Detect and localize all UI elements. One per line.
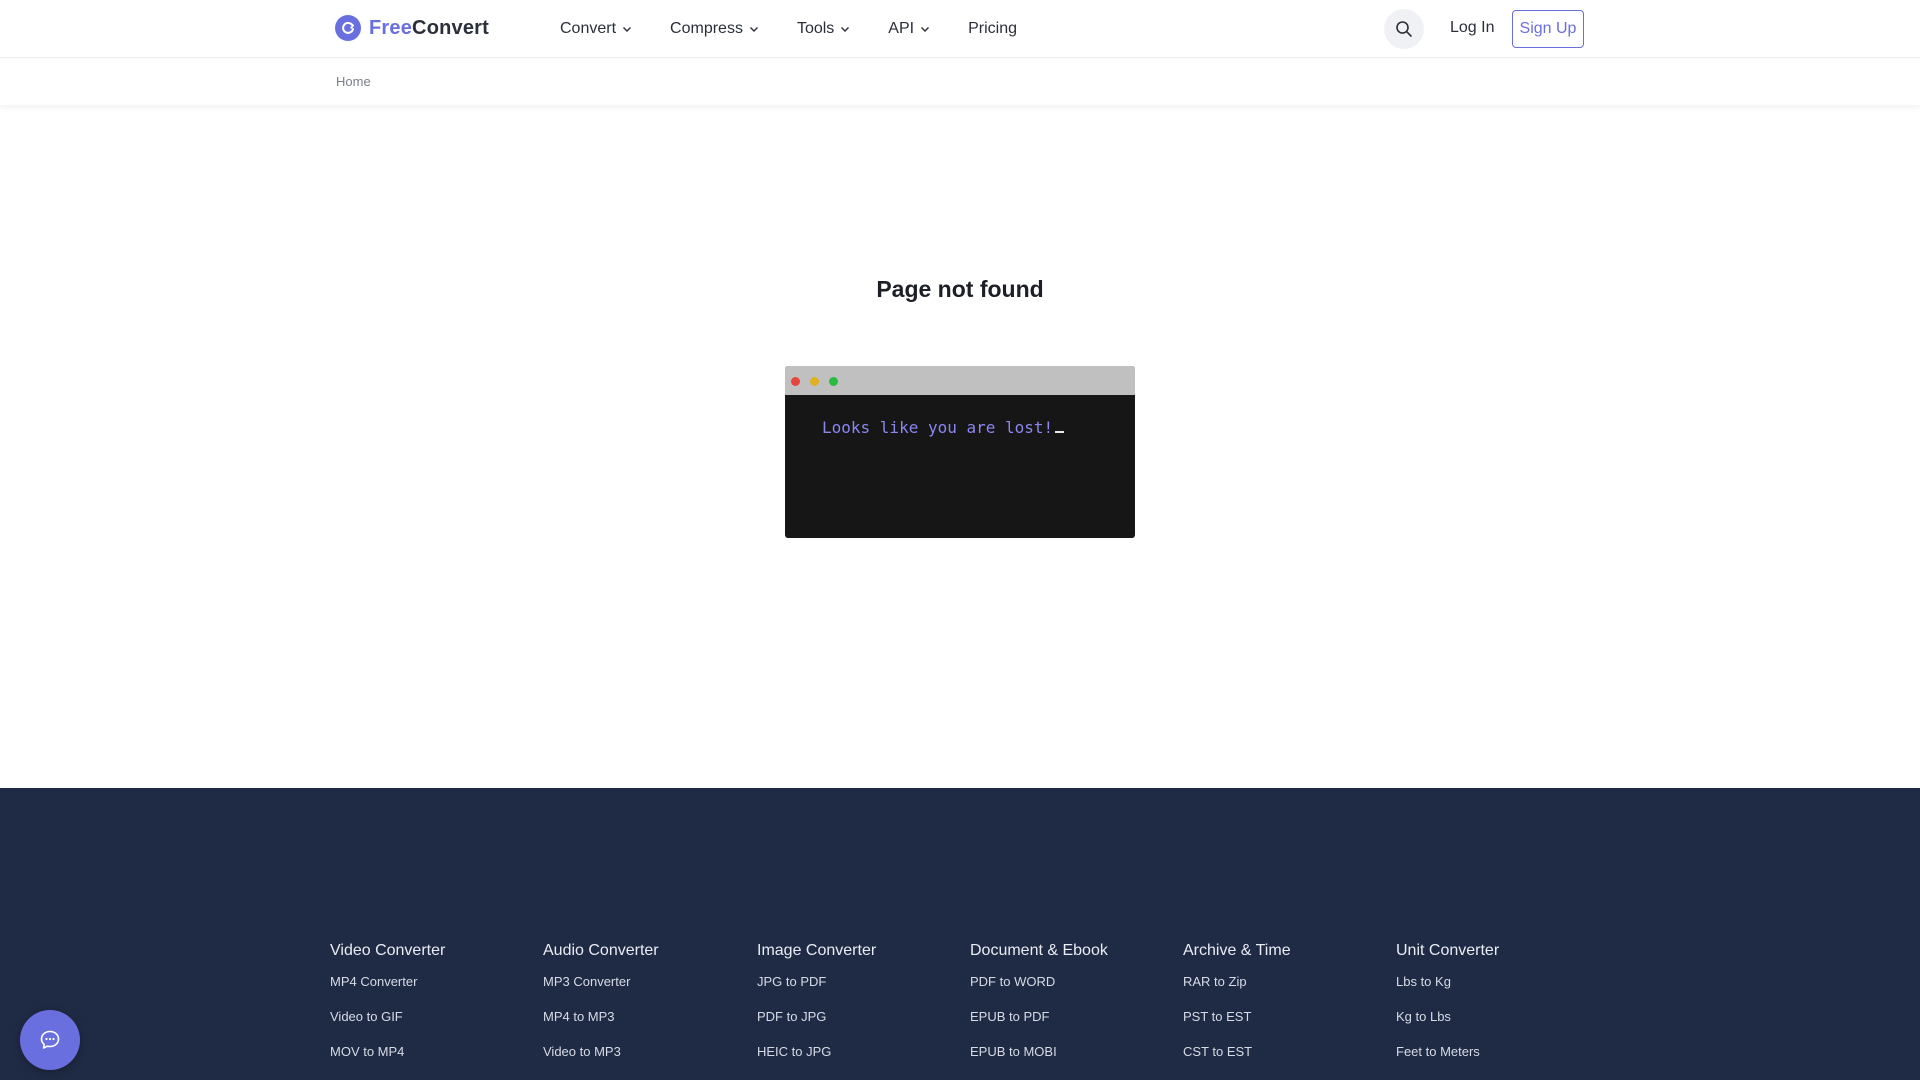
terminal-message-text: Looks like you are lost! <box>822 418 1054 437</box>
footer-link[interactable]: MOV to MP4 <box>330 1044 445 1059</box>
nav-tools[interactable]: Tools <box>797 20 850 38</box>
signup-button[interactable]: Sign Up <box>1512 10 1584 48</box>
footer-link[interactable]: Kg to Lbs <box>1396 1009 1499 1024</box>
nav-convert[interactable]: Convert <box>560 20 632 38</box>
footer-heading: Image Converter <box>757 942 877 959</box>
footer-link[interactable]: EPUB to PDF <box>970 1009 1108 1024</box>
terminal-title-bar <box>785 366 1135 395</box>
page-title: Page not found <box>876 276 1044 302</box>
breadcrumb-home[interactable]: Home <box>336 74 371 89</box>
footer-link[interactable]: MP4 to MP3 <box>543 1009 659 1024</box>
footer-link[interactable]: Video to GIF <box>330 1009 445 1024</box>
footer-heading: Unit Converter <box>1396 942 1500 959</box>
nav-api-label: API <box>888 20 915 37</box>
footer-heading: Audio Converter <box>543 942 659 959</box>
footer-link[interactable]: PDF to WORD <box>970 974 1108 989</box>
maximize-dot-icon <box>829 377 838 386</box>
footer-link[interactable]: Feet to Meters <box>1396 1044 1499 1059</box>
footer-column-image: Image Converter JPG to PDF PDF to JPG HE… <box>757 942 876 1079</box>
chevron-down-icon <box>921 27 930 32</box>
search-button[interactable] <box>1384 9 1424 49</box>
footer-column-unit: Unit Converter Lbs to Kg Kg to Lbs Feet … <box>1396 942 1499 1079</box>
footer-link[interactable]: MP4 Converter <box>330 974 445 989</box>
footer-link[interactable]: EPUB to MOBI <box>970 1044 1108 1059</box>
chat-bubble-icon <box>40 1030 60 1049</box>
footer-link[interactable]: JPG to PDF <box>757 974 876 989</box>
refresh-icon <box>335 15 361 41</box>
main-nav: Convert Compress Tools API Pricing <box>560 0 1055 58</box>
logo-text-free: Free <box>369 16 413 39</box>
footer-link[interactable]: PDF to JPG <box>757 1009 876 1024</box>
terminal-window: Looks like you are lost! <box>785 366 1135 538</box>
footer-column-audio: Audio Converter MP3 Converter MP4 to MP3… <box>543 942 659 1079</box>
chevron-down-icon <box>841 27 850 32</box>
chat-widget-button[interactable] <box>20 1010 80 1070</box>
nav-compress[interactable]: Compress <box>670 20 759 38</box>
footer-column-video: Video Converter MP4 Converter Video to G… <box>330 942 445 1079</box>
footer-column-document: Document & Ebook PDF to WORD EPUB to PDF… <box>970 942 1108 1079</box>
nav-convert-label: Convert <box>560 20 617 37</box>
nav-api[interactable]: API <box>888 20 930 38</box>
chevron-down-icon <box>623 27 632 32</box>
nav-tools-label: Tools <box>796 20 835 37</box>
login-link[interactable]: Log In <box>1450 19 1494 37</box>
footer-link[interactable]: Video to MP3 <box>543 1044 659 1059</box>
footer-link[interactable]: RAR to Zip <box>1183 974 1291 989</box>
minimize-dot-icon <box>810 377 819 386</box>
footer-column-archive: Archive & Time RAR to Zip PST to EST CST… <box>1183 942 1291 1079</box>
footer-link[interactable]: Lbs to Kg <box>1396 974 1499 989</box>
logo-text-convert: Convert <box>412 16 490 39</box>
breadcrumb-bar: Home <box>0 58 1920 105</box>
site-footer: Video Converter MP4 Converter Video to G… <box>0 788 1920 1080</box>
site-header: FreeConvert Convert Compress Tools API P… <box>0 0 1920 58</box>
footer-link[interactable]: MP3 Converter <box>543 974 659 989</box>
footer-heading: Archive & Time <box>1183 942 1291 959</box>
footer-link[interactable]: HEIC to JPG <box>757 1044 876 1059</box>
text-cursor <box>1055 431 1065 433</box>
footer-link[interactable]: PST to EST <box>1183 1009 1291 1024</box>
nav-pricing-label: Pricing <box>968 20 1017 37</box>
nav-pricing[interactable]: Pricing <box>968 20 1017 38</box>
logo-link[interactable]: FreeConvert <box>335 15 489 41</box>
terminal-message: Looks like you are lost! <box>822 418 1065 437</box>
close-dot-icon <box>791 377 800 386</box>
footer-link[interactable]: CST to EST <box>1183 1044 1291 1059</box>
footer-heading: Document & Ebook <box>970 942 1108 959</box>
logo-text: FreeConvert <box>369 17 489 40</box>
search-icon <box>1396 21 1412 37</box>
footer-heading: Video Converter <box>330 942 446 959</box>
nav-compress-label: Compress <box>670 20 743 37</box>
chevron-down-icon <box>749 27 758 32</box>
